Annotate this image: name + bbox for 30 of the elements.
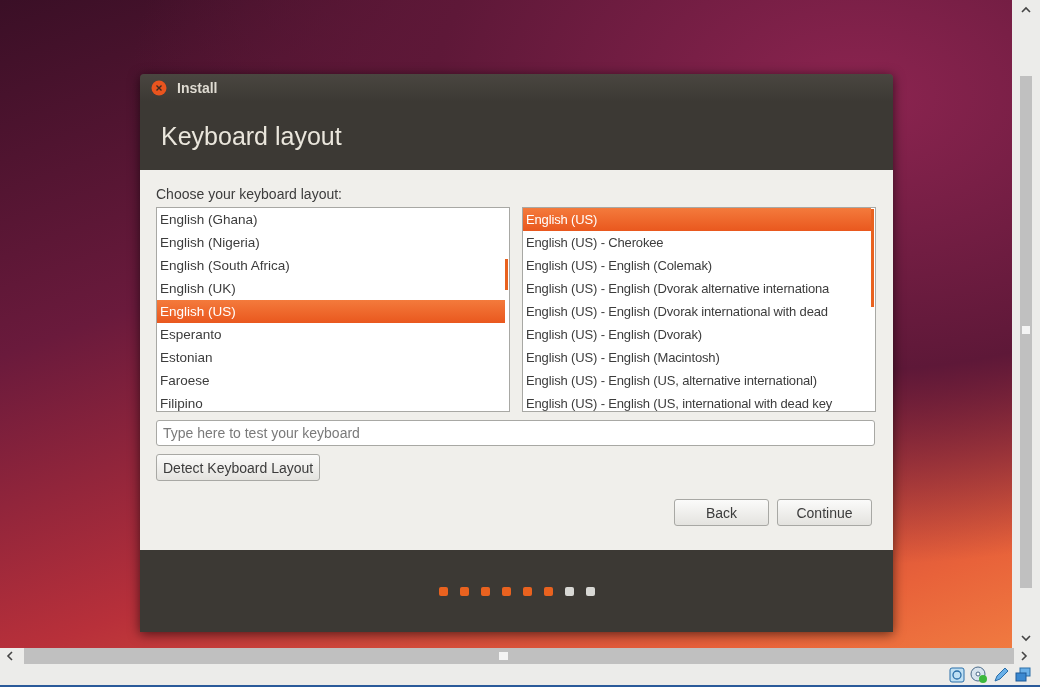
test-input-field[interactable]: Type here to test your keyboard <box>156 420 875 446</box>
page-heading: Keyboard layout <box>161 121 342 151</box>
pen-icon[interactable] <box>992 665 1010 684</box>
layout-item[interactable]: Estonian <box>157 346 505 369</box>
variant-item[interactable]: English (US) - English (Dvorak international with dead <box>523 300 871 323</box>
variant-item[interactable]: English (US) - English (Dvorak alternative internationa <box>523 277 871 300</box>
disc-icon[interactable] <box>970 665 988 684</box>
variant-item[interactable]: English (US) - English (US, international with dead key <box>523 392 871 411</box>
variant-item[interactable]: English (US) - Cherokee <box>523 231 871 254</box>
close-icon[interactable] <box>151 80 167 96</box>
prompt-label: Choose your keyboard layout: <box>156 186 343 202</box>
scrollbar-thumb[interactable] <box>505 259 508 290</box>
layout-item[interactable]: English (UK) <box>157 277 505 300</box>
nav-button[interactable]: Continue <box>777 499 872 526</box>
window-title: Install <box>177 80 218 96</box>
layout-item[interactable]: Filipino <box>157 392 505 411</box>
layout-item[interactable]: English (South Africa) <box>157 254 505 277</box>
variant-item[interactable]: English (US) - English (US, alternative international) <box>523 369 871 392</box>
nav-button[interactable]: Back <box>674 499 769 526</box>
layout-item[interactable]: Faroese <box>157 369 505 392</box>
layout-item[interactable]: Esperanto <box>157 323 505 346</box>
variant-item[interactable]: English (US) - English (Colemak) <box>523 254 871 277</box>
layout-item[interactable]: English (Ghana) <box>157 208 505 231</box>
windows-icon[interactable] <box>1014 665 1032 684</box>
detect-layout-button[interactable]: Detect Keyboard Layout <box>156 454 321 481</box>
variant-item[interactable]: English (US) - English (Dvorak) <box>523 323 871 346</box>
layout-item[interactable]: English (Nigeria) <box>157 231 505 254</box>
scrollbar-thumb[interactable] <box>1020 76 1032 588</box>
variant-item[interactable]: English (US) - English (Macintosh) <box>523 346 871 369</box>
scrollbar-thumb[interactable] <box>871 209 874 307</box>
